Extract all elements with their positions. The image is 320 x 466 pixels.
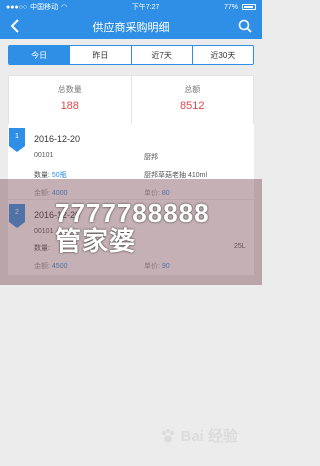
status-bar: ●●●○○ 中国移动 ◠ 下午7:27 77% (0, 0, 262, 14)
carrier-label: 中国移动 (30, 4, 59, 11)
summary-panel: 总数量 188 总额 8512 (8, 75, 254, 125)
search-icon[interactable] (238, 19, 252, 33)
baidu-watermark: Bai 经验 (160, 425, 238, 446)
tab-today[interactable]: 今日 (9, 46, 70, 64)
tab-yesterday[interactable]: 昨日 (69, 46, 130, 64)
baidu-brand: Bai 经验 (180, 428, 238, 445)
tab-last-30-days[interactable]: 近30天 (191, 46, 253, 64)
index-badge: 1 (9, 128, 25, 152)
total-amount: 总额 8512 (130, 76, 254, 124)
total-quantity-value: 188 (60, 100, 79, 112)
wifi-icon: ◠ (61, 4, 68, 11)
record-code: 00101 (34, 152, 54, 159)
qty-value: 50瓶 (51, 172, 67, 179)
battery-percent: 77% (223, 3, 238, 11)
record-date: 2016-12-20 (34, 134, 81, 144)
signal-icon: ●●●○○ (6, 3, 28, 11)
clock: 下午7:27 (131, 4, 160, 11)
watermark-text: 7777788888管家婆 (55, 198, 210, 256)
qty-label: 数量: (34, 172, 50, 179)
nav-bar: 供应商采购明细 (0, 14, 262, 39)
page-title: 供应商采购明细 (92, 21, 170, 34)
total-quantity-label: 总数量 (57, 85, 82, 94)
record-store: 厨邦 (144, 154, 158, 161)
total-amount-value: 8512 (180, 100, 205, 112)
tab-last-7-days[interactable]: 近7天 (130, 46, 192, 64)
total-quantity: 总数量 188 (9, 76, 131, 124)
period-tabs: 今日 昨日 近7天 近30天 (8, 45, 254, 65)
total-amount-label: 总额 (184, 85, 201, 94)
paw-icon (162, 428, 175, 442)
back-icon[interactable] (8, 18, 22, 34)
battery-icon (241, 4, 256, 10)
